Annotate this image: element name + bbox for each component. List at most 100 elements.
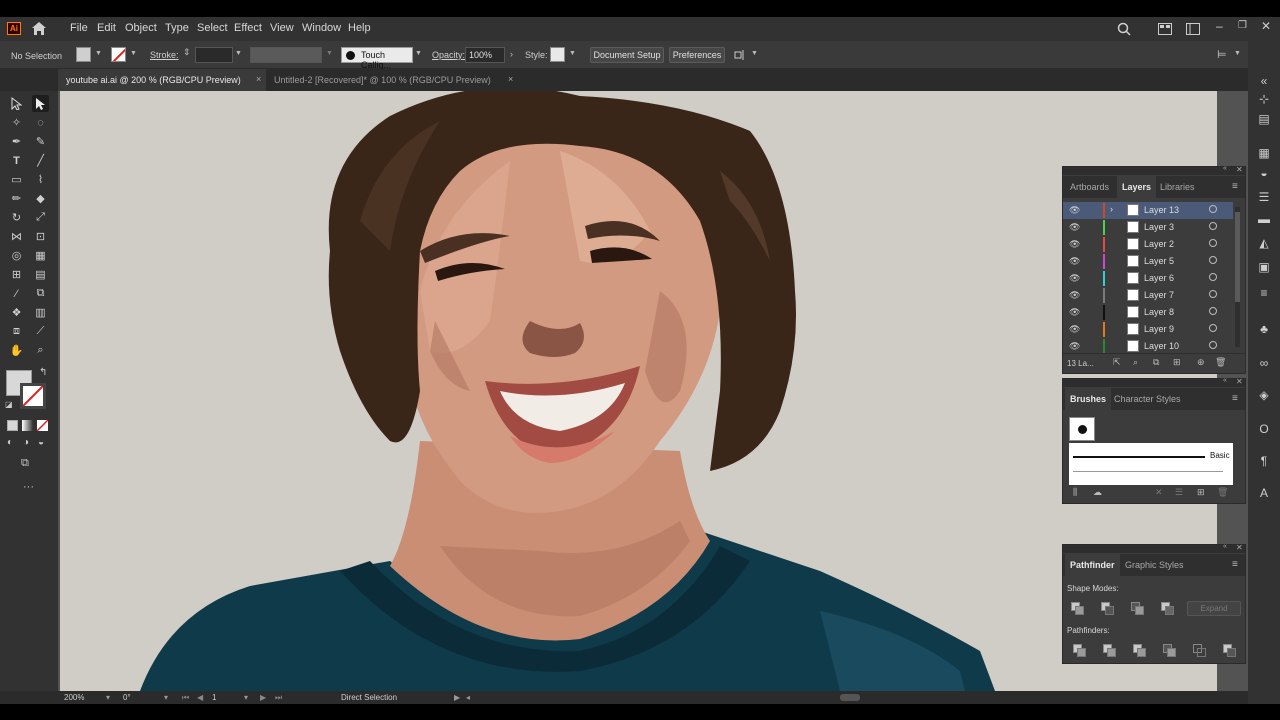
brush-list[interactable]: Basic — [1069, 443, 1233, 485]
stroke-swatch[interactable] — [111, 47, 126, 62]
tab-layers[interactable]: Layers — [1117, 176, 1157, 198]
graph-tool-icon[interactable]: ▥ — [32, 304, 49, 321]
layer-row[interactable]: 👁 › Layer 13 — [1063, 202, 1233, 219]
layer-target-icon[interactable] — [1209, 222, 1217, 230]
tab-libraries[interactable]: Libraries — [1155, 176, 1200, 198]
artboard[interactable] — [60, 91, 1217, 691]
expand-button[interactable]: Expand — [1187, 601, 1241, 616]
options-icon[interactable]: ☰ — [1175, 487, 1183, 498]
zoom-level[interactable]: 200% — [64, 693, 84, 702]
arrange-chevron-icon[interactable]: ▼ — [751, 50, 758, 57]
delete-layer-icon[interactable]: 🗑 — [1215, 357, 1226, 368]
visibility-eye-icon[interactable]: 👁 — [1069, 256, 1080, 267]
panel-close-icon[interactable]: ✕ — [1236, 377, 1243, 386]
panel-close-icon[interactable]: ✕ — [1236, 165, 1243, 174]
home-icon[interactable] — [31, 21, 47, 36]
stroke-chevron-icon[interactable]: ▼ — [130, 50, 137, 57]
delete-brush-icon[interactable]: 🗑 — [1217, 487, 1228, 498]
layer-name[interactable]: Layer 9 — [1144, 324, 1174, 334]
layer-target-icon[interactable] — [1209, 273, 1217, 281]
crop-icon[interactable] — [1163, 644, 1176, 657]
character-panel-icon[interactable]: A — [1256, 485, 1272, 501]
layer-name[interactable]: Layer 8 — [1144, 307, 1174, 317]
maximize-icon[interactable]: ❐ — [1238, 20, 1247, 31]
perspective-grid-icon[interactable]: ▦ — [32, 247, 49, 264]
panel-menu-icon[interactable]: ≡ — [1232, 181, 1238, 192]
layer-target-icon[interactable] — [1209, 239, 1217, 247]
opacity-field[interactable]: 100% — [465, 47, 505, 63]
menu-help[interactable]: Help — [348, 22, 371, 34]
layer-row[interactable]: 👁 Layer 8 — [1063, 304, 1233, 321]
swap-fill-stroke-icon[interactable]: ↰ — [39, 367, 47, 378]
tab-untitled-2[interactable]: Untitled-2 [Recovered]* @ 100 % (RGB/CPU… — [266, 69, 520, 91]
menu-effect[interactable]: Effect — [234, 22, 262, 34]
layers-strip-icon[interactable]: ◈ — [1256, 387, 1272, 403]
layer-target-icon[interactable] — [1209, 256, 1217, 264]
layer-target-icon[interactable] — [1209, 307, 1217, 315]
profile-chevron-icon[interactable]: ▼ — [326, 50, 333, 57]
default-colors-icon[interactable]: ◪ — [5, 400, 13, 409]
layer-row[interactable]: 👁 Layer 9 — [1063, 321, 1233, 338]
stroke-color-box[interactable] — [20, 383, 46, 409]
new-layer-icon[interactable]: ⊕ — [1197, 357, 1205, 368]
zoom-tool-icon[interactable]: ⌕ — [32, 342, 49, 359]
layer-target-icon[interactable] — [1209, 290, 1217, 298]
panel-close-icon[interactable]: ✕ — [1236, 543, 1243, 552]
horizontal-scroll-thumb[interactable] — [840, 694, 860, 701]
visibility-eye-icon[interactable]: 👁 — [1069, 290, 1080, 301]
draw-behind-icon[interactable]: ◑ — [23, 437, 29, 448]
layer-row[interactable]: 👁 Layer 3 — [1063, 219, 1233, 236]
trim-icon[interactable] — [1103, 644, 1116, 657]
tab-character-styles[interactable]: Character Styles — [1109, 388, 1186, 410]
layer-row[interactable]: 👁 Layer 5 — [1063, 253, 1233, 270]
collapse-icon[interactable]: « — [1223, 377, 1227, 384]
draw-inside-icon[interactable]: ◒ — [38, 437, 44, 448]
tab-pathfinder[interactable]: Pathfinder — [1065, 554, 1120, 576]
unite-icon[interactable] — [1071, 602, 1084, 615]
rotate-view-value[interactable]: 0° — [123, 693, 131, 702]
outline-icon[interactable] — [1193, 644, 1206, 657]
fill-chevron-icon[interactable]: ▼ — [95, 50, 102, 57]
blend-tool-icon[interactable]: ⧉ — [32, 285, 49, 302]
collapse-panels-icon[interactable]: « — [1256, 73, 1272, 89]
status-arrow-icon[interactable]: ▶ — [454, 693, 460, 702]
exclude-icon[interactable] — [1161, 602, 1174, 615]
expand-arrow-icon[interactable]: › — [1110, 204, 1113, 214]
transform-panel-icon[interactable]: ⊹ — [1256, 91, 1272, 107]
panel-menu-icon[interactable]: ≡ — [1232, 559, 1238, 570]
arrange-icon[interactable] — [734, 49, 746, 61]
direct-selection-tool-icon[interactable] — [32, 95, 49, 112]
align-panel-icon[interactable]: ▤ — [1256, 111, 1272, 127]
layer-target-icon[interactable] — [1209, 205, 1217, 213]
search-icon[interactable] — [1117, 22, 1131, 36]
artboard-chevron-icon[interactable]: ▾ — [244, 693, 248, 702]
panel-menu-icon[interactable]: ≡ — [1232, 393, 1238, 404]
pen-tool-icon[interactable]: ✒ — [8, 133, 25, 150]
stroke-stepper-icon[interactable]: ⇕ — [183, 47, 191, 58]
color-panel-icon[interactable]: ◒ — [1256, 165, 1272, 181]
layer-row[interactable]: 👁 Layer 2 — [1063, 236, 1233, 253]
swatches-panel-icon[interactable]: ▦ — [1256, 145, 1272, 161]
fill-swatch[interactable] — [76, 47, 91, 62]
merge-icon[interactable] — [1133, 644, 1146, 657]
lasso-icon[interactable]: ◌ — [32, 114, 49, 131]
vector-portrait-artwork[interactable] — [60, 91, 1217, 691]
draw-normal-icon[interactable]: ◐ — [7, 437, 13, 448]
gradient-mode-icon[interactable] — [22, 420, 33, 431]
eyedropper-icon[interactable]: ⁄ — [8, 285, 25, 302]
opentype-panel-icon[interactable]: O — [1256, 421, 1272, 437]
menu-select[interactable]: Select — [197, 22, 228, 34]
layer-name[interactable]: Layer 5 — [1144, 256, 1174, 266]
intersect-icon[interactable] — [1131, 602, 1144, 615]
minimize-icon[interactable]: – — [1216, 19, 1223, 33]
scroll-left-icon[interactable]: ◂ — [466, 693, 470, 702]
tab-brushes[interactable]: Brushes — [1065, 388, 1112, 410]
menu-view[interactable]: View — [270, 22, 294, 34]
panel-header[interactable]: « ✕ — [1063, 165, 1245, 175]
clipping-mask-icon[interactable]: ⧉ — [1153, 357, 1159, 368]
layer-name[interactable]: Layer 6 — [1144, 273, 1174, 283]
last-artboard-icon[interactable]: ⏭ — [275, 693, 282, 703]
new-sublayer-icon[interactable]: ⊞ — [1173, 357, 1181, 368]
visibility-eye-icon[interactable]: 👁 — [1069, 324, 1080, 335]
comments-panel-icon[interactable]: ▬ — [1256, 211, 1272, 227]
